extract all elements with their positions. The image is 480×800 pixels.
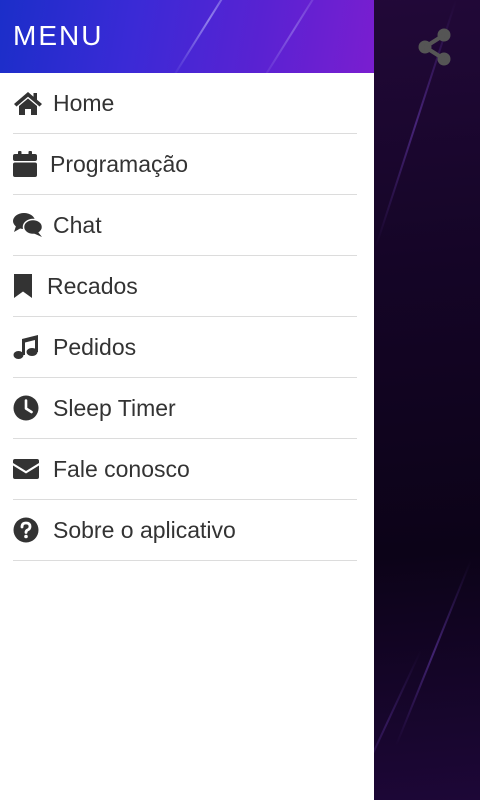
menu-item-label: Sobre o aplicativo — [53, 516, 236, 543]
menu-item-label: Recados — [47, 272, 138, 299]
background-streak — [395, 560, 472, 747]
menu-item-pedidos[interactable]: Pedidos — [13, 317, 357, 378]
menu-item-programacao[interactable]: Programação — [13, 134, 357, 195]
envelope-icon — [13, 455, 43, 483]
chat-icon — [13, 211, 43, 239]
menu-item-label: Sleep Timer — [53, 394, 176, 421]
menu-item-fale-conosco[interactable]: Fale conosco — [13, 439, 357, 500]
menu-item-sobre[interactable]: Sobre o aplicativo — [13, 500, 357, 561]
clock-icon — [13, 394, 43, 422]
header-streak — [255, 0, 332, 73]
menu-item-chat[interactable]: Chat — [13, 195, 357, 256]
menu-item-sleep-timer[interactable]: Sleep Timer — [13, 378, 357, 439]
bookmark-icon — [13, 272, 40, 300]
app-screen: MENU Home Programação Chat Recados Pedid… — [0, 0, 480, 800]
share-button[interactable] — [416, 28, 454, 66]
calendar-icon — [13, 150, 43, 178]
menu-item-label: Pedidos — [53, 333, 137, 360]
question-circle-icon — [13, 516, 43, 544]
menu-item-label: Home — [53, 89, 115, 116]
menu-item-home[interactable]: Home — [13, 73, 357, 134]
menu-item-recados[interactable]: Recados — [13, 256, 357, 317]
music-note-icon — [13, 333, 43, 361]
menu-list: Home Programação Chat Recados Pedidos Sl… — [0, 73, 374, 561]
drawer-header: MENU — [0, 0, 374, 73]
home-icon — [13, 89, 43, 117]
menu-item-label: Programação — [50, 150, 189, 177]
drawer-title: MENU — [13, 20, 104, 51]
navigation-drawer: MENU Home Programação Chat Recados Pedid… — [0, 0, 374, 800]
share-icon — [418, 28, 451, 66]
menu-item-label: Chat — [53, 211, 102, 238]
menu-item-label: Fale conosco — [53, 455, 190, 482]
header-streak — [170, 0, 247, 73]
